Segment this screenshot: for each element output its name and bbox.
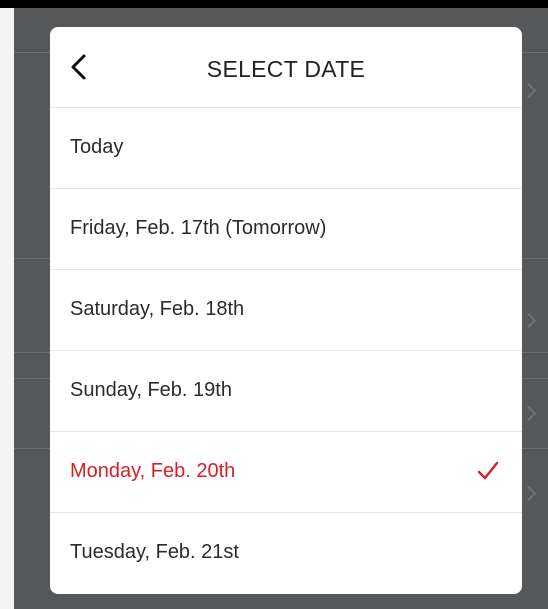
date-option-label: Saturday, Feb. 18th (70, 298, 245, 320)
date-option[interactable]: Sunday, Feb. 19th (50, 351, 522, 432)
top-bar (0, 0, 548, 8)
left-edge (0, 0, 14, 609)
select-date-modal: SELECT DATE Today Friday, Feb. 17th (Tomo… (50, 27, 522, 594)
date-option-label: Friday, Feb. 17th (Tomorrow) (70, 217, 327, 239)
modal-title: SELECT DATE (206, 56, 366, 82)
date-option-label: Tuesday, Feb. 21st (70, 541, 239, 563)
modal-header: SELECT DATE (50, 27, 522, 108)
date-list: Today Friday, Feb. 17th (Tomorrow) Saturda… (50, 108, 522, 593)
date-option[interactable]: Saturday, Feb. 18th (50, 270, 522, 351)
date-option-label: Sunday, Feb. 19th (70, 379, 232, 401)
date-option[interactable]: Monday, Feb. 20th (50, 432, 522, 513)
date-option-label: Monday, Feb. 20th (70, 460, 236, 482)
screen: SELECT DATE Today Friday, Feb. 17th (Tomo… (0, 0, 548, 609)
date-option-label: Today (70, 136, 124, 158)
date-option[interactable]: Today (50, 108, 522, 189)
checkmark-icon (477, 461, 499, 480)
date-option[interactable]: Tuesday, Feb. 21st (50, 513, 522, 593)
date-option[interactable]: Friday, Feb. 17th (Tomorrow) (50, 189, 522, 270)
